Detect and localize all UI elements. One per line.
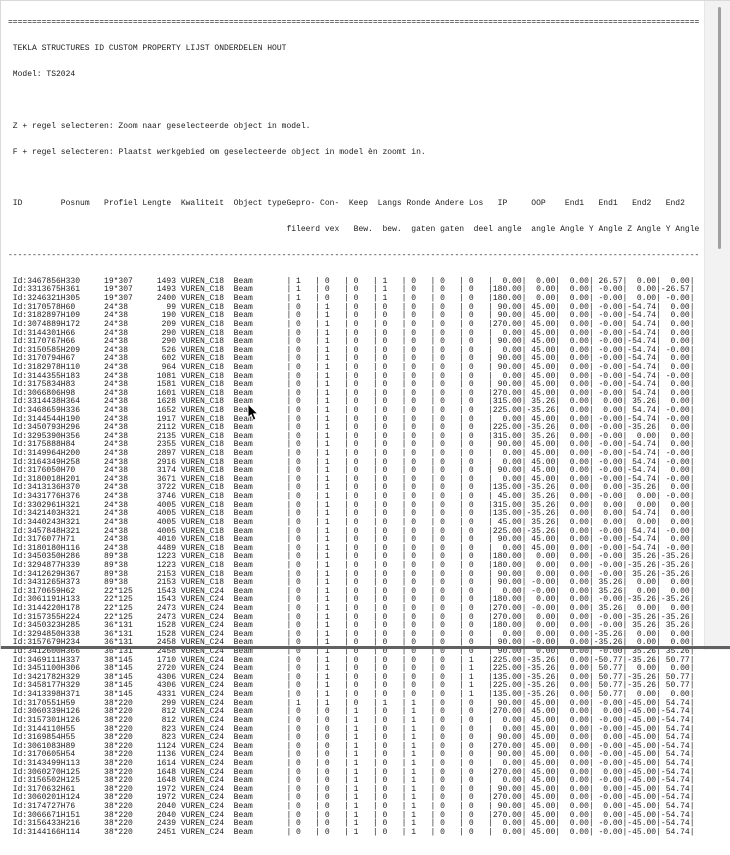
report-window: ========================================… [0, 0, 730, 836]
table-row[interactable]: Id:3060339H126 38*220 812 VUREN_C24 Beam… [8, 708, 708, 717]
table-row[interactable]: Id:3174727H76 38*220 2040 VUREN_C24 Beam… [8, 802, 708, 812]
mouse-cursor [247, 404, 259, 421]
column-headers-line2: fileerd vex Bew. bew. gaten gaten deel a… [8, 225, 709, 235]
table-row[interactable]: Id:3412600H366 36*131 2458 VUREN_C24 Bea… [8, 647, 708, 657]
model-label: Model: TS2024 [12, 69, 76, 79]
table-row[interactable]: Id:3170632H61 38*220 1972 VUREN_C24 Beam… [8, 785, 708, 795]
instruction-zoom: Z + regel selecteren: Zoom naar geselect… [12, 121, 311, 131]
table-row[interactable]: Id:3060201H124 38*220 1972 VUREN_C24 Bea… [8, 794, 708, 803]
table-row[interactable]: Id:3061083H89 38*220 1124 VUREN_C24 Beam… [8, 742, 708, 752]
table-row[interactable]: Id:3170551H59 38*220 299 VUREN_C24 Beam … [8, 699, 708, 709]
scrollbar-thumb[interactable] [718, 7, 721, 249]
table-row[interactable]: Id:3156433H216 38*220 2439 VUREN_C24 Bea… [8, 820, 708, 829]
table-row[interactable]: Id:3413398H371 38*145 4331 VUREN_C24 Bea… [8, 690, 708, 700]
report-title: TEKLA STRUCTURES ID CUSTOM PROPERTY LIJS… [12, 44, 287, 54]
table-row[interactable]: Id:3156502H125 38*220 1648 VUREN_C24 Bea… [8, 777, 708, 786]
separator-top: ========================================… [8, 18, 700, 28]
table-row[interactable]: Id:3169854H55 38*220 823 VUREN_C24 Beam … [8, 734, 708, 743]
table-row[interactable]: Id:3170605H54 38*220 1136 VUREN_C24 Beam… [8, 751, 708, 760]
table-row[interactable]: Id:3144166H114 38*220 2451 VUREN_C24 Bea… [8, 828, 708, 838]
table-rows: Id:3467856H330 19*307 1493 VUREN_C18 Bea… [8, 277, 708, 838]
table-row[interactable]: Id:3469111H337 38*145 1710 VUREN_C24 Bea… [8, 656, 708, 666]
column-headers-line1: ID Posnum Profiel Lengte Kwaliteit Objec… [8, 199, 685, 209]
table-row[interactable]: Id:3066671H151 38*220 2040 VUREN_C24 Bea… [8, 811, 708, 821]
table-row[interactable]: Id:3143499H113 38*220 1614 VUREN_C24 Bea… [8, 759, 708, 769]
table-row[interactable]: Id:3060270H125 38*220 1648 VUREN_C24 Bea… [8, 768, 708, 778]
vertical-scrollbar[interactable] [704, 1, 730, 650]
instruction-fit: F + regel selecteren: Plaatst werkgebied… [12, 147, 426, 157]
table-row[interactable]: Id:3157301H126 38*220 812 VUREN_C24 Beam… [8, 716, 708, 726]
table-row[interactable]: Id:3451100H306 38*145 2720 VUREN_C24 Bea… [8, 665, 708, 674]
table-row[interactable]: Id:3421782H329 38*145 4306 VUREN_C24 Bea… [8, 673, 708, 683]
report-text: ========================================… [8, 2, 709, 855]
separator-header: ----------------------------------------… [8, 250, 700, 260]
table-row[interactable]: Id:3458177H329 38*145 4306 VUREN_C24 Bea… [8, 682, 708, 691]
table-row[interactable]: Id:3144110H55 38*220 823 VUREN_C24 Beam … [8, 725, 708, 735]
